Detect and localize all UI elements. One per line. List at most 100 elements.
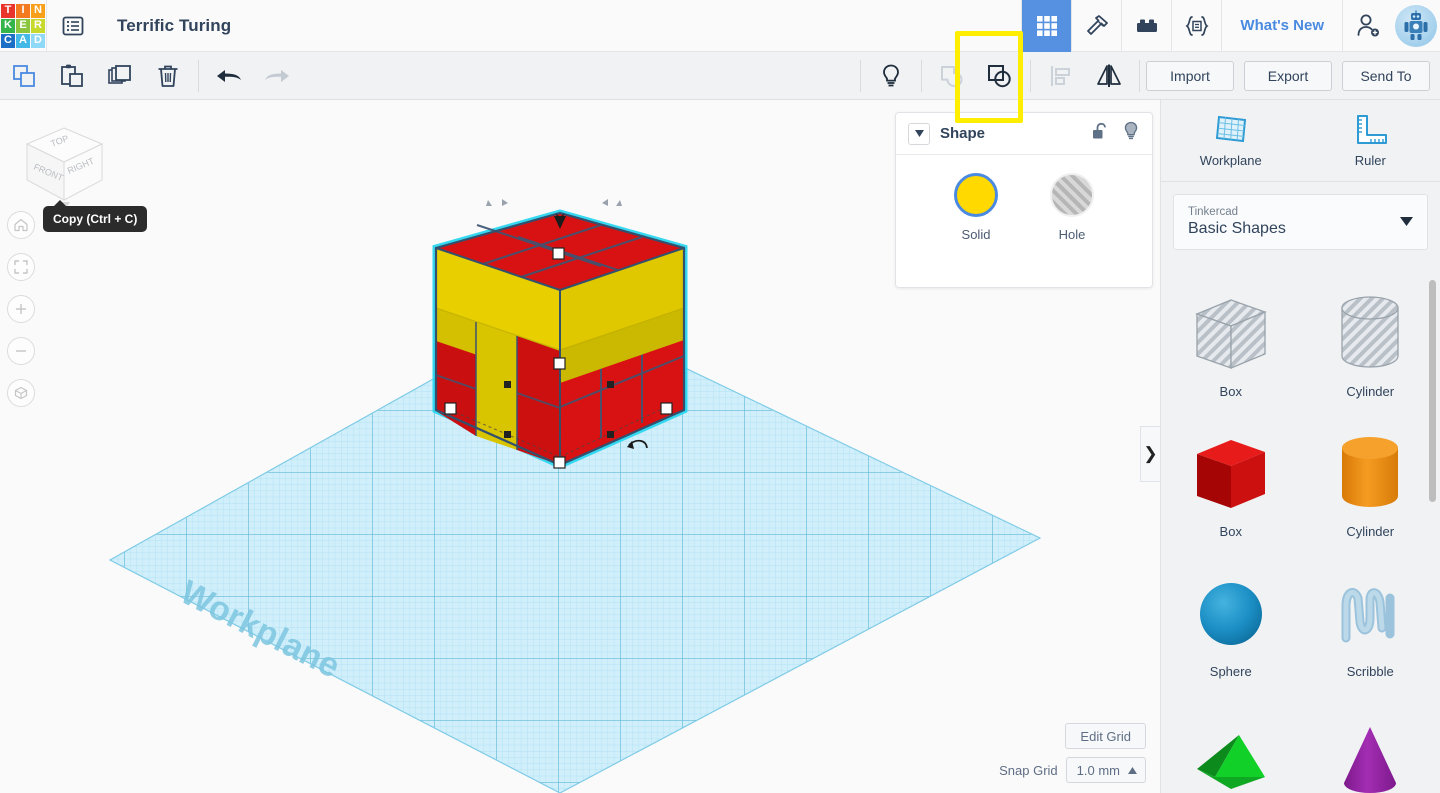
library-group-label: Tinkercad [1188, 206, 1413, 218]
group-button[interactable] [928, 52, 976, 100]
fit-to-view-button[interactable] [7, 253, 35, 281]
shape-library-select[interactable]: Tinkercad Basic Shapes [1173, 194, 1428, 250]
shape-item-cone-purple[interactable] [1301, 694, 1440, 793]
shape-item-pyramid-green[interactable] [1161, 694, 1301, 793]
undo-arrow-icon [214, 64, 244, 88]
home-view-button[interactable] [7, 211, 35, 239]
codeblocks-hammer-button[interactable] [1071, 0, 1121, 52]
user-avatar-button[interactable] [1392, 0, 1440, 52]
shape-label: Scribble [1347, 664, 1394, 679]
shape-item-box-red[interactable]: Box [1161, 414, 1301, 554]
trash-icon [154, 62, 182, 90]
divider [921, 60, 922, 92]
shape-item-scribble[interactable]: Scribble [1301, 554, 1440, 694]
shape-label: Sphere [1210, 664, 1252, 679]
robot-avatar-icon [1399, 9, 1433, 43]
import-button[interactable]: Import [1146, 61, 1234, 91]
align-button[interactable] [1037, 52, 1085, 100]
solid-swatch [954, 173, 998, 217]
snap-grid-row: Snap Grid 1.0 mm [999, 757, 1146, 783]
copy-icon [10, 62, 38, 90]
logo-letter: C [1, 34, 15, 48]
minus-icon [13, 343, 29, 359]
shape-label: Box [1220, 524, 1242, 539]
shape-inspector-panel: Shape S [895, 112, 1153, 288]
show-hide-button[interactable] [867, 52, 915, 100]
logo-letter: T [1, 4, 15, 18]
perspective-toggle-button[interactable] [7, 379, 35, 407]
top-bar-right-group: What's New [1021, 0, 1440, 52]
duplicate-button[interactable] [96, 52, 144, 100]
workplane-tool-label: Workplane [1200, 153, 1262, 168]
plus-icon [13, 301, 29, 317]
cone-purple-icon [1330, 717, 1410, 793]
delete-button[interactable] [144, 52, 192, 100]
shape-panel-body: Solid Hole [896, 155, 1152, 242]
panel-collapse-button[interactable]: ❯ [1140, 426, 1160, 482]
invite-people-button[interactable] [1342, 0, 1392, 52]
paste-icon [58, 62, 86, 90]
logo-grid: TINKERCAD [1, 4, 45, 48]
export-button[interactable]: Export [1244, 61, 1332, 91]
shape-item-box-hole[interactable]: Box [1161, 274, 1301, 414]
tinkercad-logo[interactable]: TINKERCAD [0, 0, 46, 52]
shape-item-cylinder-orange[interactable]: Cylinder [1301, 414, 1440, 554]
hamburger-list-icon [61, 14, 85, 38]
shape-item-sphere-blue[interactable]: Sphere [1161, 554, 1301, 694]
whats-new-link[interactable]: What's New [1221, 0, 1342, 52]
redo-button[interactable] [253, 52, 301, 100]
avatar [1395, 5, 1437, 47]
mirror-flip-icon [1094, 62, 1124, 90]
mirror-button[interactable] [1085, 52, 1133, 100]
ruler-tool[interactable]: Ruler [1320, 113, 1420, 168]
menu-button[interactable] [47, 0, 99, 52]
logo-letter: E [16, 19, 30, 33]
home-icon [13, 217, 29, 233]
unlocked-padlock-icon [1091, 122, 1108, 140]
codeblocks-button[interactable] [1171, 0, 1221, 52]
document-title[interactable]: Terrific Turing [99, 16, 231, 36]
snap-grid-value: 1.0 mm [1077, 763, 1120, 778]
panel-tools-row: Workplane Ruler [1161, 100, 1440, 182]
scribble-icon [1330, 570, 1410, 662]
top-bar: TINKERCAD Terrific Turing [0, 0, 1440, 52]
shape-panel-icons [1091, 121, 1140, 146]
undo-button[interactable] [205, 52, 253, 100]
gallery-grid-button[interactable] [1021, 0, 1071, 52]
ruler-tool-label: Ruler [1355, 153, 1386, 168]
grid-icon [1034, 13, 1060, 39]
logo-letter: A [16, 34, 30, 48]
shape-option-solid[interactable]: Solid [954, 173, 998, 242]
person-add-icon [1353, 11, 1383, 41]
zoom-out-button[interactable] [7, 337, 35, 365]
workplane-tool[interactable]: Workplane [1181, 113, 1281, 168]
copy-button[interactable] [0, 52, 48, 100]
grid-controls: Edit Grid Snap Grid 1.0 mm [999, 723, 1146, 783]
send-to-button[interactable]: Send To [1342, 61, 1430, 91]
cube-perspective-icon [13, 385, 29, 401]
divider [860, 60, 861, 92]
shape-panel-title: Shape [940, 125, 985, 142]
zoom-in-button[interactable] [7, 295, 35, 323]
divider [198, 60, 199, 92]
lock-toggle-button[interactable] [1091, 122, 1108, 145]
shape-label: Cylinder [1346, 384, 1394, 399]
bricks-button[interactable] [1121, 0, 1171, 52]
model-shape-group[interactable] [436, 199, 684, 468]
hole-label: Hole [1059, 227, 1086, 242]
edit-grid-button[interactable]: Edit Grid [1065, 723, 1146, 749]
hole-swatch [1050, 173, 1094, 217]
shape-option-hole[interactable]: Hole [1050, 173, 1094, 242]
ungroup-button[interactable] [976, 52, 1024, 100]
logo-letter: K [1, 19, 15, 33]
fit-frame-icon [13, 259, 29, 275]
visibility-toggle-button[interactable] [1122, 121, 1140, 146]
rotate-handles[interactable] [486, 199, 622, 206]
redo-arrow-icon [262, 64, 292, 88]
paste-button[interactable] [48, 52, 96, 100]
tinkercad-app: TINKERCAD Terrific Turing [0, 0, 1440, 793]
snap-grid-select[interactable]: 1.0 mm [1066, 757, 1146, 783]
shape-item-cylinder-hole[interactable]: Cylinder [1301, 274, 1440, 414]
shape-panel-collapse-button[interactable] [908, 123, 930, 145]
shapes-scrollbar[interactable] [1429, 280, 1436, 502]
